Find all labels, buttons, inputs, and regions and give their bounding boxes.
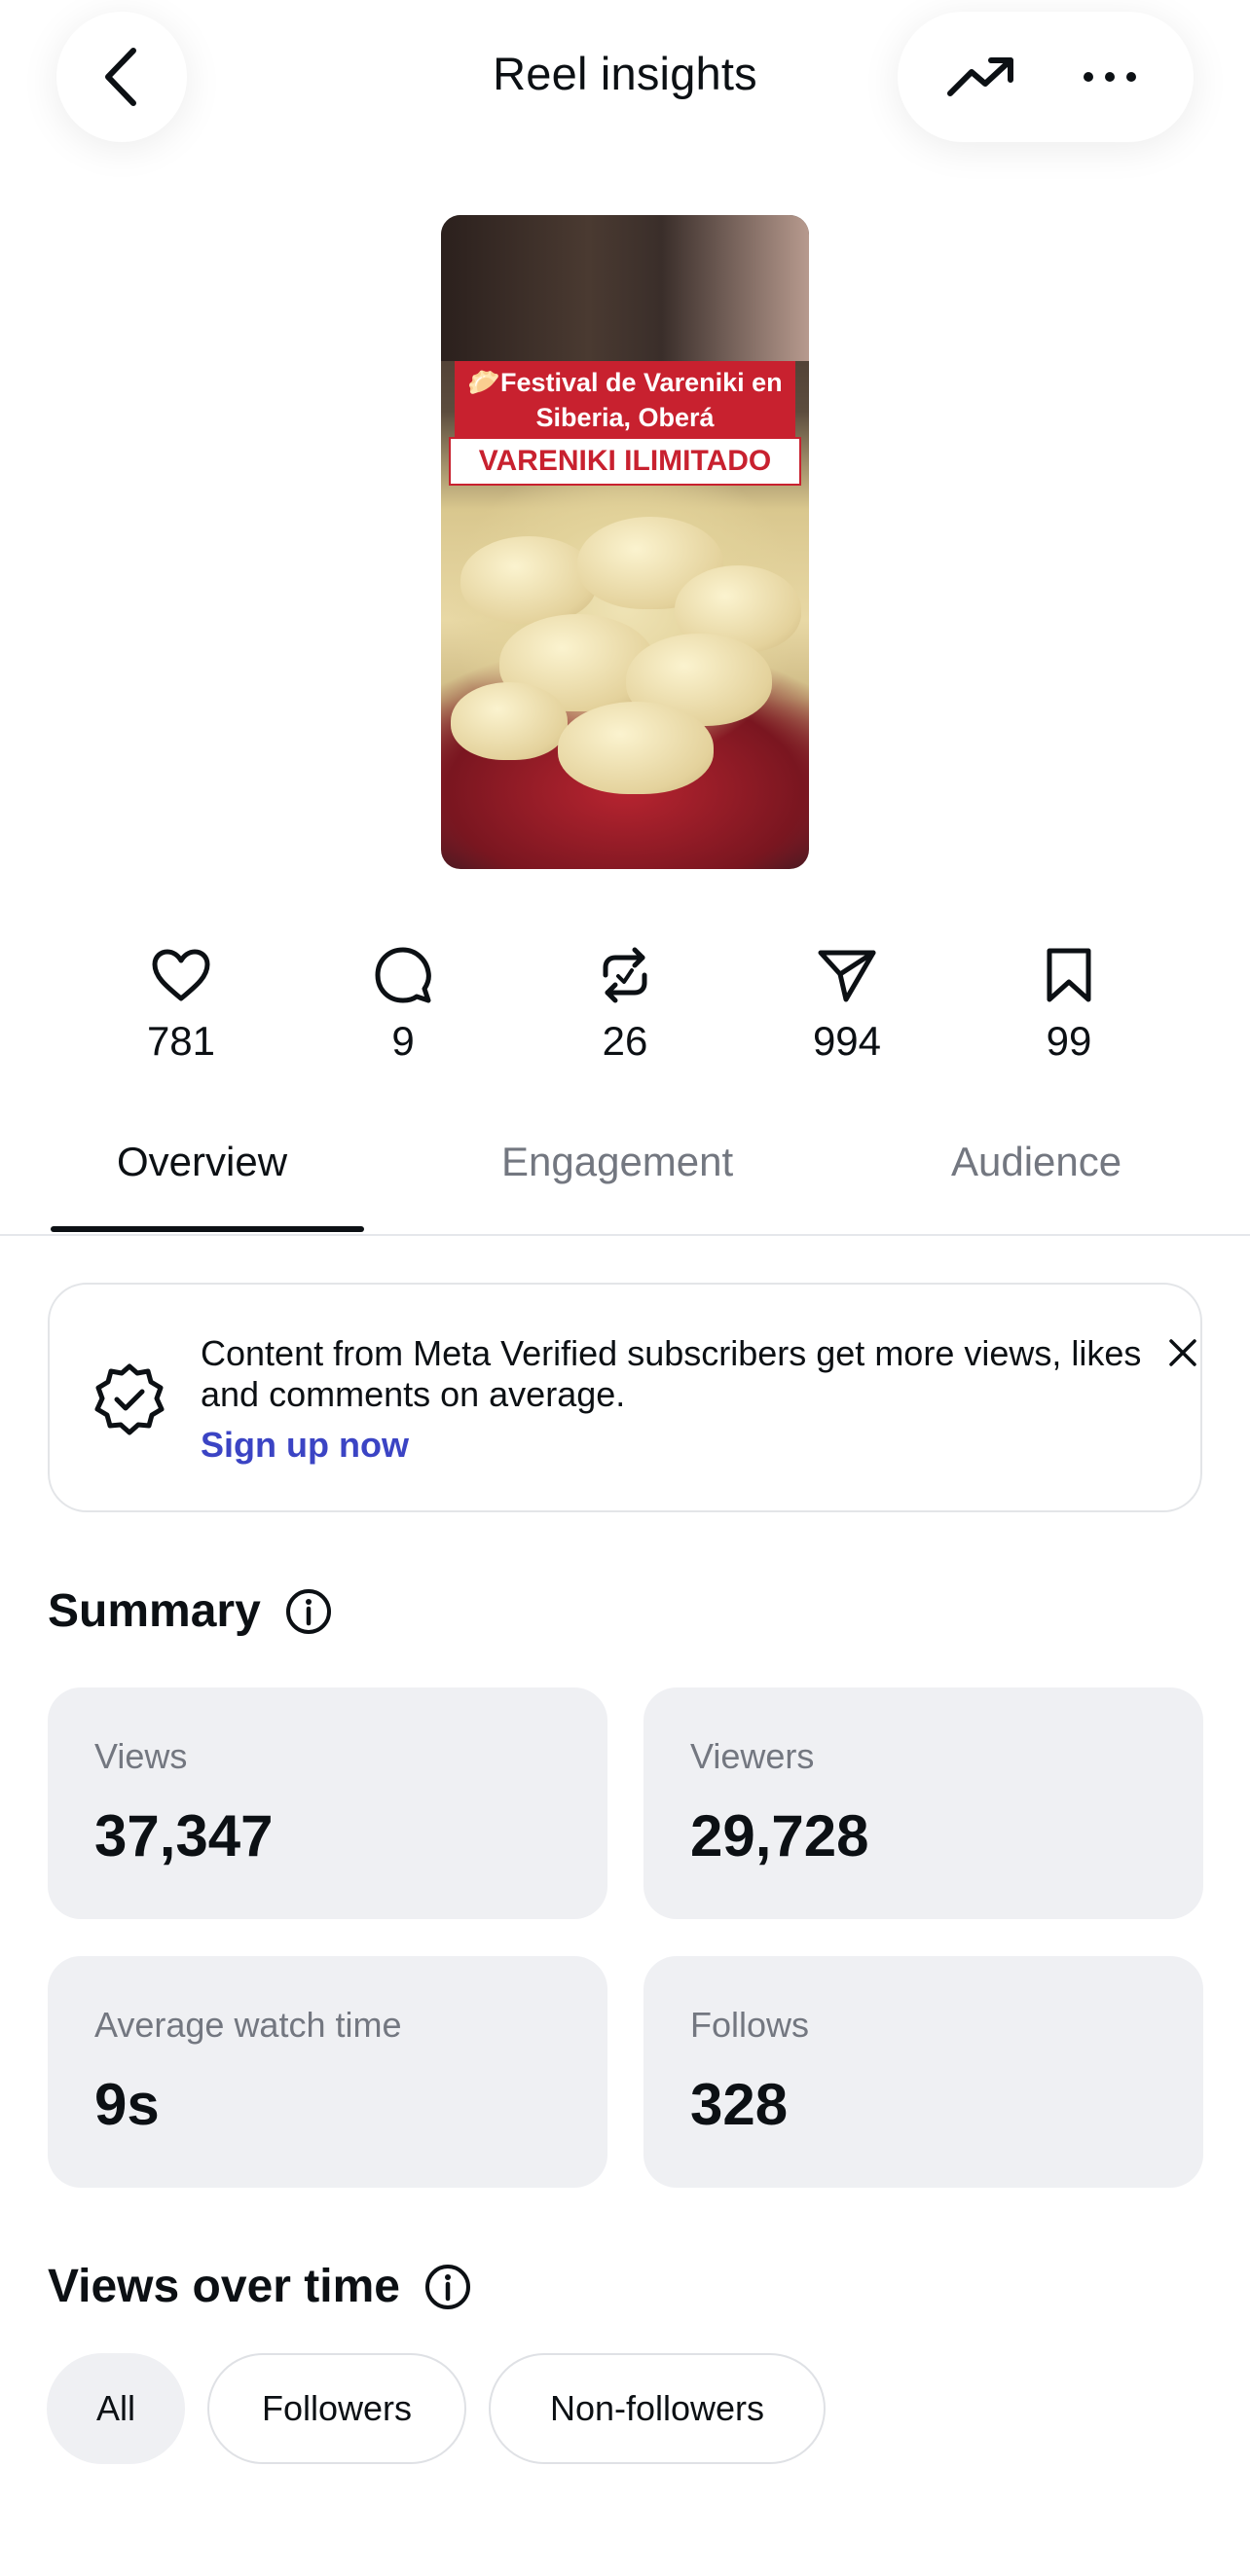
engagement-stats: 781 9 26 994 99 (0, 944, 1250, 1080)
active-tab-indicator (51, 1226, 364, 1232)
reposts-count: 26 (602, 1018, 648, 1064)
views-label: Views (94, 1736, 188, 1776)
trending-button[interactable] (938, 33, 1025, 121)
dumpling-shape (451, 682, 568, 760)
verified-badge-icon (94, 1363, 165, 1435)
trending-up-icon (947, 57, 1013, 96)
viewers-value: 29,728 (690, 1803, 869, 1869)
heart-icon (152, 949, 210, 1001)
insights-tabs: Overview Engagement Audience (0, 1129, 1250, 1236)
dumpling-shape (460, 536, 597, 624)
close-icon[interactable] (1163, 1333, 1202, 1372)
notice-text: Content from Meta Verified subscribers g… (201, 1333, 1142, 1414)
reel-thumbnail[interactable]: 🥟Festival de Vareniki en Siberia, Oberá … (441, 215, 809, 869)
filter-followers[interactable]: Followers (207, 2353, 466, 2464)
summary-title: Summary (48, 1585, 261, 1637)
average-watch-time-label: Average watch time (94, 2005, 402, 2045)
header-actions (898, 12, 1194, 142)
tab-engagement[interactable]: Engagement (501, 1139, 733, 1185)
info-icon[interactable] (284, 1587, 333, 1636)
sign-up-link[interactable]: Sign up now (201, 1425, 409, 1466)
share-icon (818, 950, 876, 1002)
tab-overview[interactable]: Overview (117, 1139, 287, 1185)
more-horizontal-icon (1084, 72, 1136, 82)
follows-label: Follows (690, 2005, 810, 2045)
follows-value: 328 (690, 2072, 789, 2137)
dumpling-shape (558, 702, 714, 794)
comment-icon (375, 947, 431, 1003)
average-watch-time-card[interactable]: Average watch time 9s (48, 1956, 607, 2188)
saves-stat: 99 (981, 944, 1157, 1065)
comments-stat: 9 (315, 944, 491, 1065)
likes-stat: 781 (93, 944, 269, 1065)
views-over-time-heading: Views over time (48, 2260, 472, 2313)
info-icon[interactable] (423, 2263, 472, 2311)
shares-count: 994 (812, 1018, 882, 1064)
likes-count: 781 (146, 1018, 216, 1064)
repost-icon (603, 947, 647, 1003)
viewers-card[interactable]: Viewers 29,728 (643, 1687, 1203, 1919)
tab-audience[interactable]: Audience (951, 1139, 1121, 1185)
bookmark-icon (1047, 948, 1091, 1002)
summary-heading: Summary (48, 1584, 333, 1638)
follows-card[interactable]: Follows 328 (643, 1956, 1203, 2188)
meta-verified-notice: Content from Meta Verified subscribers g… (48, 1283, 1202, 1512)
views-value: 37,347 (94, 1803, 274, 1869)
views-card[interactable]: Views 37,347 (48, 1687, 607, 1919)
more-options-button[interactable] (1066, 33, 1154, 121)
saves-count: 99 (1046, 1018, 1092, 1064)
thumbnail-caption-line1: 🥟Festival de Vareniki en Siberia, Oberá (455, 361, 795, 439)
shares-stat: 994 (759, 944, 935, 1065)
views-over-time-title: Views over time (48, 2261, 400, 2312)
comments-count: 9 (391, 1018, 415, 1064)
average-watch-time-value: 9s (94, 2072, 160, 2137)
filter-non-followers[interactable]: Non-followers (489, 2353, 826, 2464)
filter-all[interactable]: All (47, 2353, 185, 2464)
reel-insights-screen: Reel insights 🥟Festival de Vareniki en S… (0, 0, 1250, 2576)
viewers-label: Viewers (690, 1736, 815, 1776)
thumbnail-background (441, 215, 809, 361)
thumbnail-caption-line2: VARENIKI ILIMITADO (449, 437, 801, 486)
reposts-stat: 26 (537, 944, 713, 1065)
